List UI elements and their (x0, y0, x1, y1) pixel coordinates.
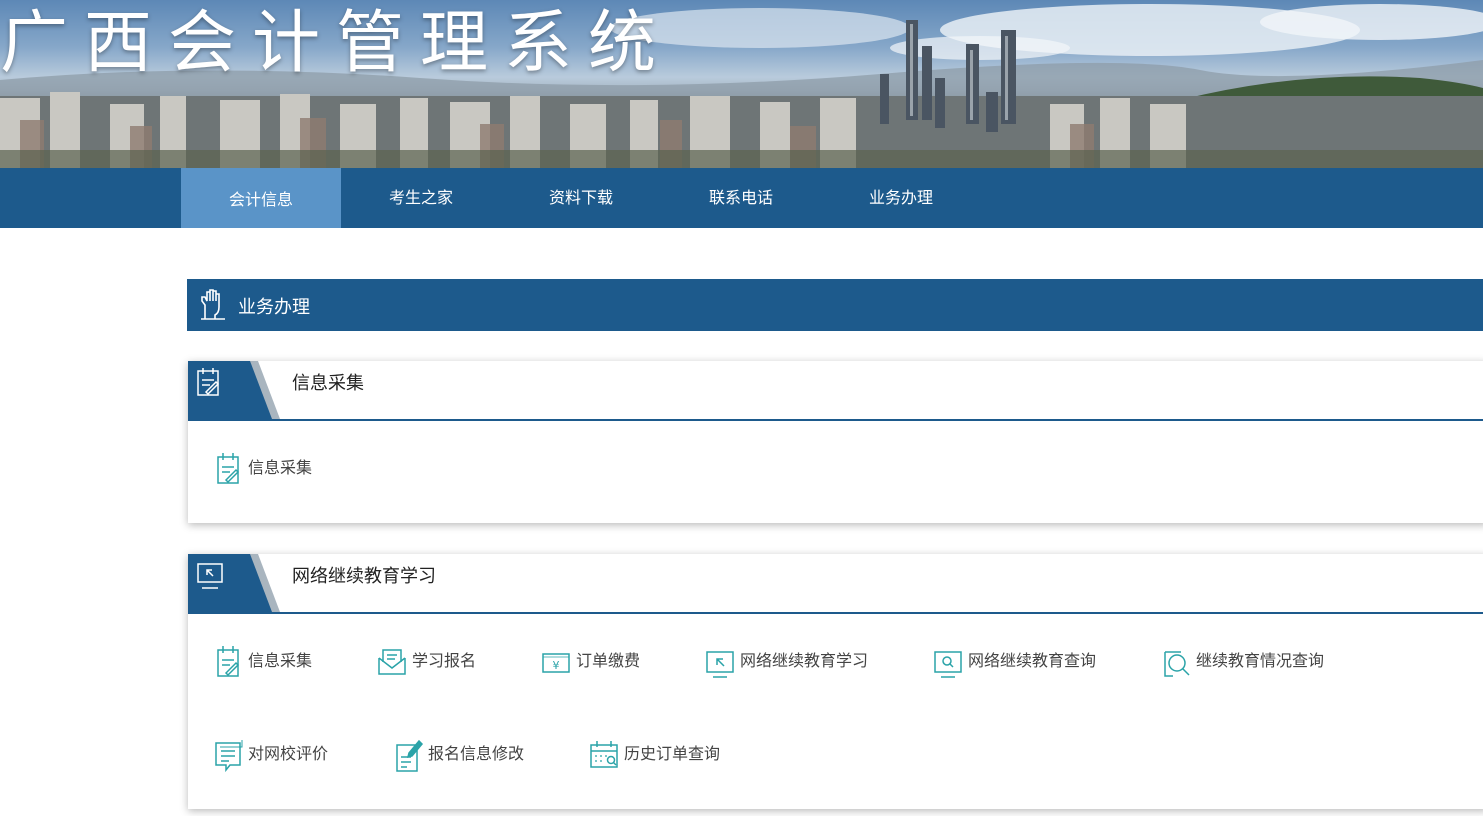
tile-label: 信息采集 (248, 458, 313, 477)
monitor-arrow-icon (705, 644, 735, 692)
tile-label: 报名信息修改 (428, 744, 525, 763)
clipboard-edit-icon (196, 367, 222, 401)
section-title: 业务办理 (238, 297, 310, 318)
nav-item-downloads[interactable]: 资料下载 (501, 168, 661, 228)
panel-info-collection: 信息采集 信息采集 (188, 361, 1483, 523)
tile-label: 网络继续教育查询 (968, 651, 1097, 670)
yuan-card-icon: ¥ (541, 644, 571, 690)
header-banner: 广西会计管理系统 (0, 0, 1483, 168)
envelope-icon (377, 644, 407, 690)
panel-online-education: 网络继续教育学习 信息采集 学习报名 ¥ 订单缴费 网络继续教育学习 网络继续教… (188, 554, 1483, 809)
site-title: 广西会计管理系统 (0, 4, 673, 83)
panel-title: 网络继续教育学习 (292, 566, 436, 587)
tile-label: 学习报名 (412, 651, 477, 670)
tile-label: 网络继续教育学习 (740, 651, 869, 670)
tile-label: 对网校评价 (248, 744, 329, 763)
panel-title: 信息采集 (292, 373, 364, 394)
nav-item-accounting-info[interactable]: 会计信息 (181, 168, 341, 228)
panel-header: 网络继续教育学习 (188, 554, 1483, 614)
comment-icon (214, 737, 244, 785)
tile-label: 继续教育情况查询 (1196, 651, 1325, 670)
tile-label: 信息采集 (248, 651, 313, 670)
hand-icon (199, 289, 227, 325)
section-header: 业务办理 (187, 279, 1483, 331)
main-navbar: 会计信息 考生之家 资料下载 联系电话 业务办理 (0, 168, 1483, 228)
tile-label: 订单缴费 (576, 651, 641, 670)
calendar-search-icon (589, 737, 621, 785)
tile-label: 历史订单查询 (624, 744, 721, 763)
clipboard-edit-icon (216, 451, 242, 497)
nav-item-business[interactable]: 业务办理 (821, 168, 981, 228)
clipboard-edit-icon (216, 644, 242, 690)
nav-item-candidate-home[interactable]: 考生之家 (341, 168, 501, 228)
svg-text:¥: ¥ (553, 659, 560, 672)
panel-header: 信息采集 (188, 361, 1483, 421)
monitor-search-icon (933, 644, 963, 692)
magnifier-icon (1161, 644, 1191, 692)
document-edit-icon (395, 737, 425, 785)
monitor-arrow-icon (196, 560, 224, 594)
nav-item-contact-phone[interactable]: 联系电话 (661, 168, 821, 228)
